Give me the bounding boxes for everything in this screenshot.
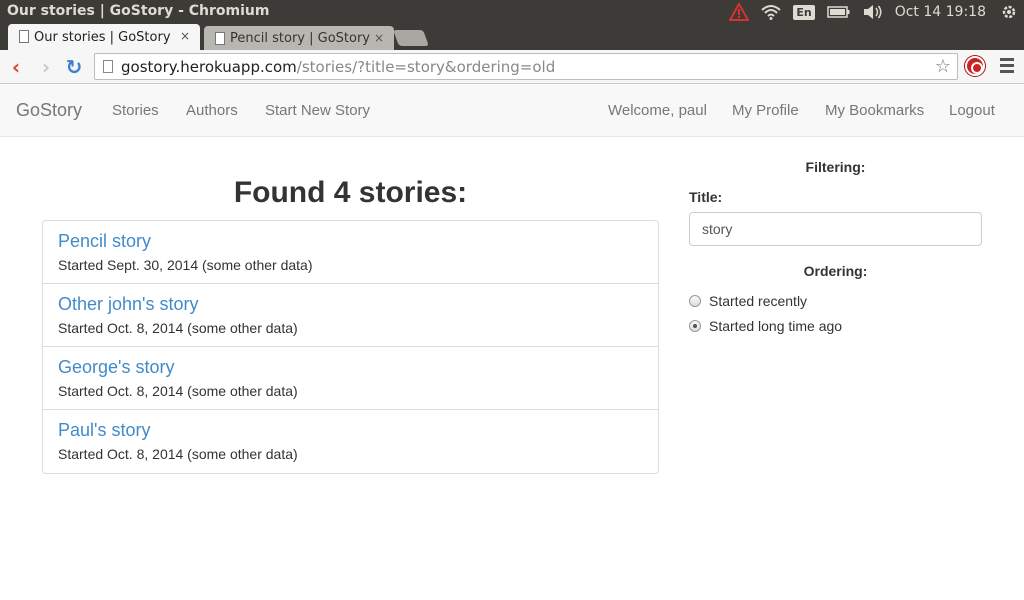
ordering-option-old[interactable]: Started long time ago: [689, 318, 842, 334]
radio-button[interactable]: [689, 320, 701, 332]
tab-strip: Our stories | GoStory × Pencil story | G…: [0, 24, 1024, 50]
story-meta: Started Oct. 8, 2014 (some other data): [58, 320, 298, 336]
story-meta: Started Oct. 8, 2014 (some other data): [58, 383, 298, 399]
url-path: /stories/?title=story&ordering=old: [296, 57, 556, 76]
radio-label: Started recently: [709, 293, 808, 309]
volume-icon[interactable]: [863, 0, 883, 24]
page-icon: [215, 32, 225, 45]
nav-stories[interactable]: Stories: [112, 102, 159, 119]
title-filter-input[interactable]: [689, 212, 982, 246]
close-icon[interactable]: ×: [374, 31, 384, 45]
new-tab-button[interactable]: [393, 30, 429, 46]
ordering-option-recent[interactable]: Started recently: [689, 293, 807, 309]
tab-our-stories[interactable]: Our stories | GoStory ×: [8, 24, 200, 50]
story-title-link[interactable]: Paul's story: [58, 420, 643, 441]
brand-link[interactable]: GoStory: [16, 100, 82, 121]
forward-button[interactable]: ›: [35, 55, 57, 79]
list-item: Paul's story Started Oct. 8, 2014 (some …: [43, 410, 658, 473]
radio-button[interactable]: [689, 295, 701, 307]
close-icon[interactable]: ×: [180, 29, 190, 43]
site-navbar: GoStory Stories Authors Start New Story …: [0, 85, 1024, 137]
radio-label: Started long time ago: [709, 318, 843, 334]
tab-label: Our stories | GoStory: [34, 29, 171, 45]
back-button[interactable]: ‹: [5, 55, 27, 79]
url-host: gostory.herokuapp.com: [121, 57, 297, 76]
nav-logout[interactable]: Logout: [949, 102, 995, 119]
list-item: Pencil story Started Sept. 30, 2014 (som…: [43, 221, 658, 284]
language-label: En: [793, 4, 815, 20]
page-icon: [103, 60, 113, 73]
window-title: Our stories | GoStory - Chromium: [7, 3, 270, 19]
gear-icon[interactable]: [1000, 0, 1018, 24]
tab-pencil-story[interactable]: Pencil story | GoStory ×: [204, 26, 394, 50]
warning-icon[interactable]: [729, 0, 750, 24]
address-bar[interactable]: gostory.herokuapp.com/stories/?title=sto…: [94, 53, 958, 80]
clock[interactable]: Oct 14 19:18: [895, 0, 986, 24]
page-icon: [19, 30, 29, 43]
story-meta: Started Oct. 8, 2014 (some other data): [58, 446, 298, 462]
language-indicator[interactable]: En: [793, 0, 815, 24]
extension-icon[interactable]: [965, 56, 985, 76]
system-tray: En Oct 14 19:18: [723, 0, 1024, 24]
story-meta: Started Sept. 30, 2014 (some other data): [58, 257, 313, 273]
battery-icon[interactable]: [826, 0, 851, 24]
nav-start-new-story[interactable]: Start New Story: [265, 102, 370, 119]
ordering-heading: Ordering:: [803, 263, 868, 279]
list-item: Other john's story Started Oct. 8, 2014 …: [43, 284, 658, 347]
story-list: Pencil story Started Sept. 30, 2014 (som…: [42, 220, 659, 474]
nav-my-profile[interactable]: My Profile: [732, 102, 799, 119]
tab-label: Pencil story | GoStory: [230, 30, 370, 46]
page-title: Found 4 stories:: [233, 176, 468, 209]
story-title-link[interactable]: George's story: [58, 357, 643, 378]
reload-button[interactable]: ↻: [63, 55, 85, 79]
os-top-bar: Our stories | GoStory - Chromium En Oct …: [0, 0, 1024, 24]
nav-welcome[interactable]: Welcome, paul: [608, 102, 707, 119]
title-label: Title:: [689, 189, 723, 205]
menu-icon[interactable]: [1000, 58, 1014, 74]
browser-toolbar: ‹ › ↻ gostory.herokuapp.com/stories/?tit…: [0, 50, 1024, 84]
story-title-link[interactable]: Other john's story: [58, 294, 643, 315]
list-item: George's story Started Oct. 8, 2014 (som…: [43, 347, 658, 410]
filtering-heading: Filtering:: [805, 159, 866, 175]
wifi-icon[interactable]: [761, 0, 782, 24]
nav-my-bookmarks[interactable]: My Bookmarks: [825, 102, 924, 119]
bookmark-star-icon[interactable]: ☆: [935, 56, 951, 77]
nav-authors[interactable]: Authors: [186, 102, 238, 119]
story-title-link[interactable]: Pencil story: [58, 231, 643, 252]
